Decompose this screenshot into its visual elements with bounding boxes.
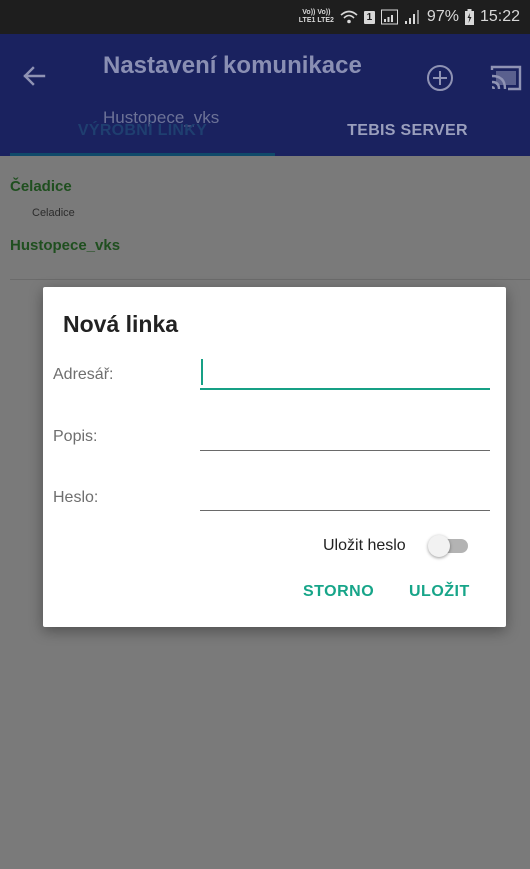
app-bar: Nastavení komunikace Hustopece_vks VÝROB… [0,34,530,156]
cancel-button[interactable]: STORNO [303,583,374,601]
list-item-hustopece[interactable]: Hustopece_vks [10,228,530,280]
back-arrow-icon[interactable] [18,60,50,92]
volte-indicator: Vo)) Vo)) LTE1 LTE2 [298,9,334,24]
password-label: Heslo: [53,489,99,506]
toggle-thumb [428,535,450,557]
password-input[interactable] [200,479,490,511]
list-item-celadice[interactable]: Čeladice Celadice [10,156,530,228]
new-line-dialog: Nová linka Adresář: Popis: Heslo: Uložit… [43,287,506,627]
list-item-name: Čeladice [10,178,72,195]
status-bar: Vo)) Vo)) LTE1 LTE2 1 97% 15:22 [0,0,530,34]
list-item-description: Celadice [32,207,75,219]
sim-icon: 1 [363,10,375,24]
cast-icon[interactable] [490,64,522,92]
tab-vyrobni-linky[interactable]: VÝROBNÍ LINKY [10,116,275,156]
page-title: Nastavení komunikace [103,52,362,79]
clock: 15:22 [479,8,520,25]
save-button[interactable]: ULOŽIT [409,583,470,601]
battery-icon [464,9,474,25]
list-item-name: Hustopece_vks [10,237,121,254]
battery-percent: 97% [426,8,459,25]
directory-label: Adresář: [53,366,114,383]
tab-bar: VÝROBNÍ LINKY TEBIS SERVER [0,116,530,156]
wifi-icon [340,10,358,24]
save-password-toggle[interactable] [428,534,470,558]
dialog-title: Nová linka [63,311,179,337]
description-input[interactable] [200,419,490,451]
signal-sim2-icon [404,10,419,24]
description-label: Popis: [53,428,98,445]
text-cursor [201,359,203,385]
signal-sim1-icon [380,9,398,25]
add-circle-icon[interactable] [424,62,456,94]
save-password-label: Uložit heslo [323,537,406,554]
tab-tebis-server[interactable]: TEBIS SERVER [275,116,530,156]
directory-input[interactable] [200,358,490,390]
